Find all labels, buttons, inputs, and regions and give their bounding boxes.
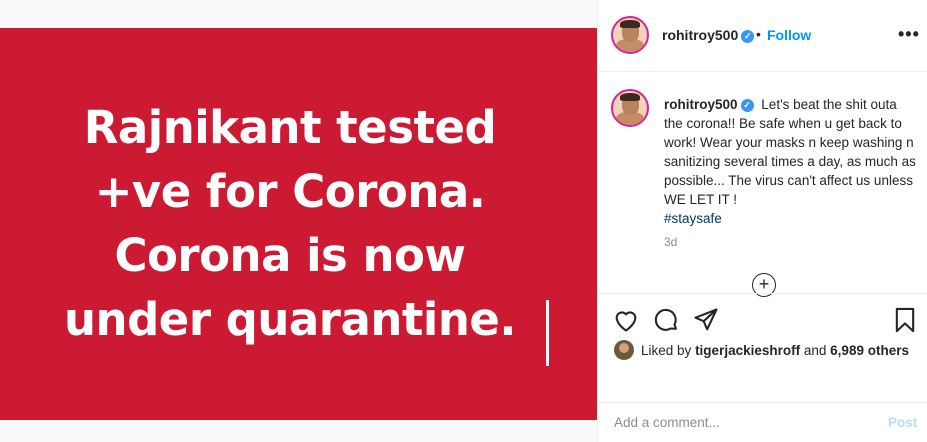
caption-author-avatar[interactable] xyxy=(611,89,649,127)
image-text-line: under quarantine. xyxy=(64,293,516,346)
instagram-post: Rajnikant tested +ve for Corona. Corona … xyxy=(0,0,927,442)
post-image[interactable]: Rajnikant tested +ve for Corona. Corona … xyxy=(0,28,597,420)
post-header: rohitroy500 ✓ • Follow ••• xyxy=(598,0,927,72)
image-text-line: Rajnikant tested xyxy=(83,101,497,154)
caption-text: Let's beat the shit outa the corona!! Be… xyxy=(664,97,916,207)
author-username[interactable]: rohitroy500 ✓ xyxy=(662,27,755,43)
share-icon[interactable] xyxy=(692,306,720,334)
post-image-text: Rajnikant tested +ve for Corona. Corona … xyxy=(40,96,540,352)
caption-timestamp: 3d xyxy=(664,235,678,249)
liker-avatar[interactable] xyxy=(614,340,634,360)
add-comment-bar: Post xyxy=(598,402,927,442)
comment-input[interactable] xyxy=(614,415,864,430)
comment-icon[interactable] xyxy=(652,306,680,334)
likes-conjunction: and xyxy=(803,343,827,358)
likes-prefix: Liked by xyxy=(641,343,692,358)
image-text-line: +ve for Corona. xyxy=(94,165,486,218)
hashtag-link[interactable]: #staysafe xyxy=(664,211,722,226)
separator-dot: • xyxy=(756,26,761,42)
image-text-line: Corona is now xyxy=(114,229,466,282)
bookmark-icon[interactable] xyxy=(891,306,919,334)
post-media: Rajnikant tested +ve for Corona. Corona … xyxy=(0,0,597,442)
caption-username[interactable]: rohitroy500 ✓ xyxy=(664,97,754,112)
action-bar xyxy=(598,293,927,345)
text-cursor xyxy=(546,300,549,366)
post-caption: rohitroy500 ✓ Let's beat the shit outa th… xyxy=(664,95,916,228)
verified-badge-icon: ✓ xyxy=(740,98,754,112)
liker-username[interactable]: tigerjackieshroff xyxy=(695,343,800,358)
likes-others-link[interactable]: 6,989 others xyxy=(830,343,909,358)
verified-badge-icon: ✓ xyxy=(741,29,755,43)
post-sidebar: rohitroy500 ✓ • Follow ••• rohitroy500 ✓ L… xyxy=(597,0,927,442)
author-avatar[interactable] xyxy=(611,16,649,54)
comments-section: rohitroy500 ✓ Let's beat the shit outa th… xyxy=(598,73,927,297)
more-options-icon[interactable]: ••• xyxy=(898,24,920,45)
heart-icon[interactable] xyxy=(612,306,640,334)
post-comment-button[interactable]: Post xyxy=(888,415,917,430)
follow-button[interactable]: Follow xyxy=(767,27,811,43)
